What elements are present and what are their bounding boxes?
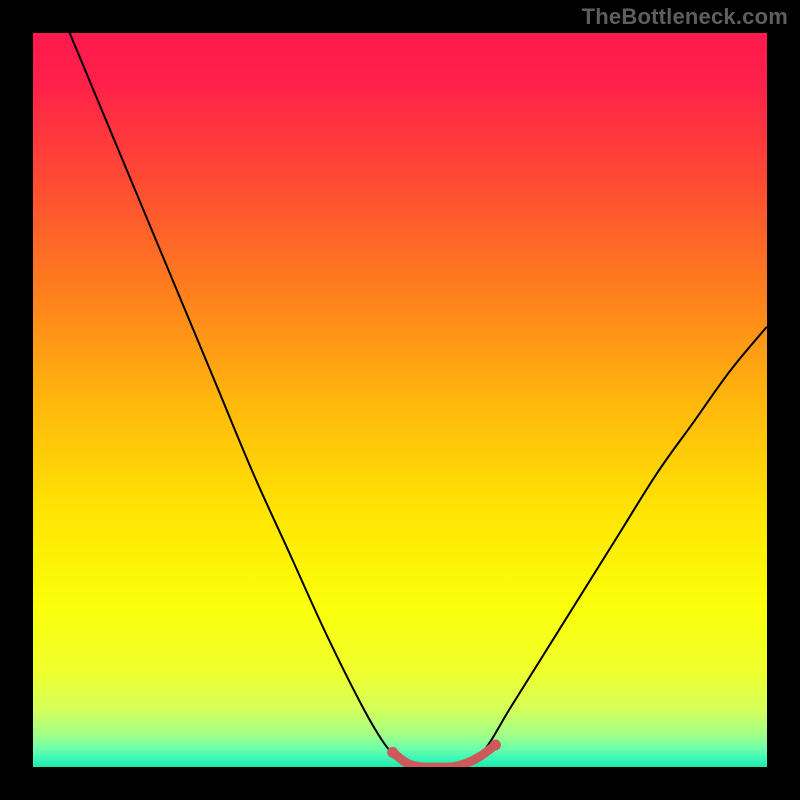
highlight-endpoint [387,747,398,758]
bottleneck-chart [0,0,800,800]
chart-frame: TheBottleneck.com [0,0,800,800]
gradient-background [33,33,767,767]
watermark: TheBottleneck.com [582,4,788,30]
highlight-endpoint [490,739,501,750]
